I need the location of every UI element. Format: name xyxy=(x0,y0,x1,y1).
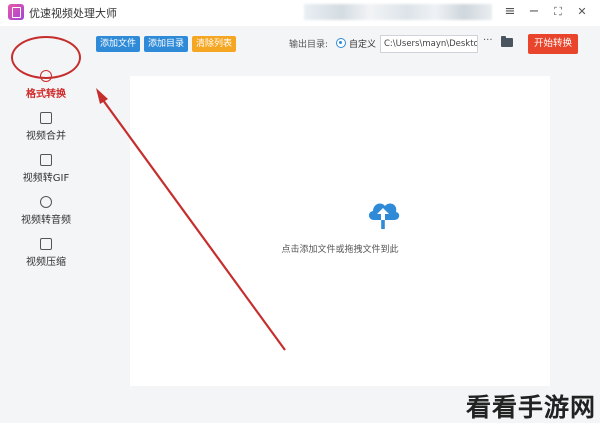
video-merge-icon xyxy=(40,112,52,124)
audio-icon xyxy=(40,196,52,208)
clear-list-button[interactable]: 清除列表 xyxy=(192,36,236,52)
output-dir-label: 输出目录: xyxy=(289,40,329,50)
minimize-button[interactable]: − xyxy=(526,4,542,20)
file-dropzone[interactable]: 点击添加文件或拖拽文件到此 xyxy=(130,76,550,386)
sidebar-item-video-to-audio[interactable]: 视频转音频 xyxy=(0,196,92,236)
workspace: 点击添加文件或拖拽文件到此 xyxy=(92,62,600,423)
sidebar-item-video-merge[interactable]: 视频合并 xyxy=(0,112,92,152)
sidebar-item-label: 视频转音频 xyxy=(21,215,71,226)
menu-button[interactable]: ≡ xyxy=(502,4,518,20)
app-logo-icon xyxy=(8,4,24,20)
sidebar-item-label: 格式转换 xyxy=(26,89,66,100)
sidebar-item-label: 视频压缩 xyxy=(26,257,66,268)
highlight-circle xyxy=(11,36,81,79)
more-options-button[interactable]: ··· xyxy=(483,35,493,46)
sidebar-item-label: 视频合并 xyxy=(26,131,66,142)
close-button[interactable]: ✕ xyxy=(574,4,590,20)
sidebar-item-label: 视频转GIF xyxy=(22,173,70,184)
sidebar-item-video-to-gif[interactable]: 视频转GIF xyxy=(0,154,92,194)
title-bar: 优速视频处理大师 ≡ − ⛶ ✕ xyxy=(0,0,600,26)
add-folder-button[interactable]: 添加目录 xyxy=(144,36,188,52)
sidebar-item-video-compress[interactable]: 视频压缩 xyxy=(0,238,92,278)
maximize-button[interactable]: ⛶ xyxy=(550,4,566,20)
output-path-input[interactable]: C:\Users\mayn\Desktop xyxy=(380,35,478,53)
cloud-upload-icon xyxy=(368,203,400,229)
gif-icon xyxy=(40,154,52,166)
dropzone-hint: 点击添加文件或拖拽文件到此 xyxy=(281,245,399,255)
add-file-button[interactable]: 添加文件 xyxy=(96,36,140,52)
custom-radio-label: 自定义 xyxy=(349,40,377,50)
folder-icon[interactable] xyxy=(501,36,513,47)
start-convert-button[interactable]: 开始转换 xyxy=(528,34,578,54)
toolbar: 添加文件 添加目录 清除列表 输出目录: 自定义 C:\Users\mayn\D… xyxy=(92,26,600,62)
sidebar: 格式转换 视频合并 视频转GIF 视频转音频 视频压缩 xyxy=(0,26,92,423)
blurred-header-area xyxy=(304,4,492,20)
watermark: 看看手游网 xyxy=(466,393,597,422)
compress-icon xyxy=(40,238,52,250)
custom-radio[interactable] xyxy=(336,38,346,48)
app-title: 优速视频处理大师 xyxy=(29,7,117,20)
